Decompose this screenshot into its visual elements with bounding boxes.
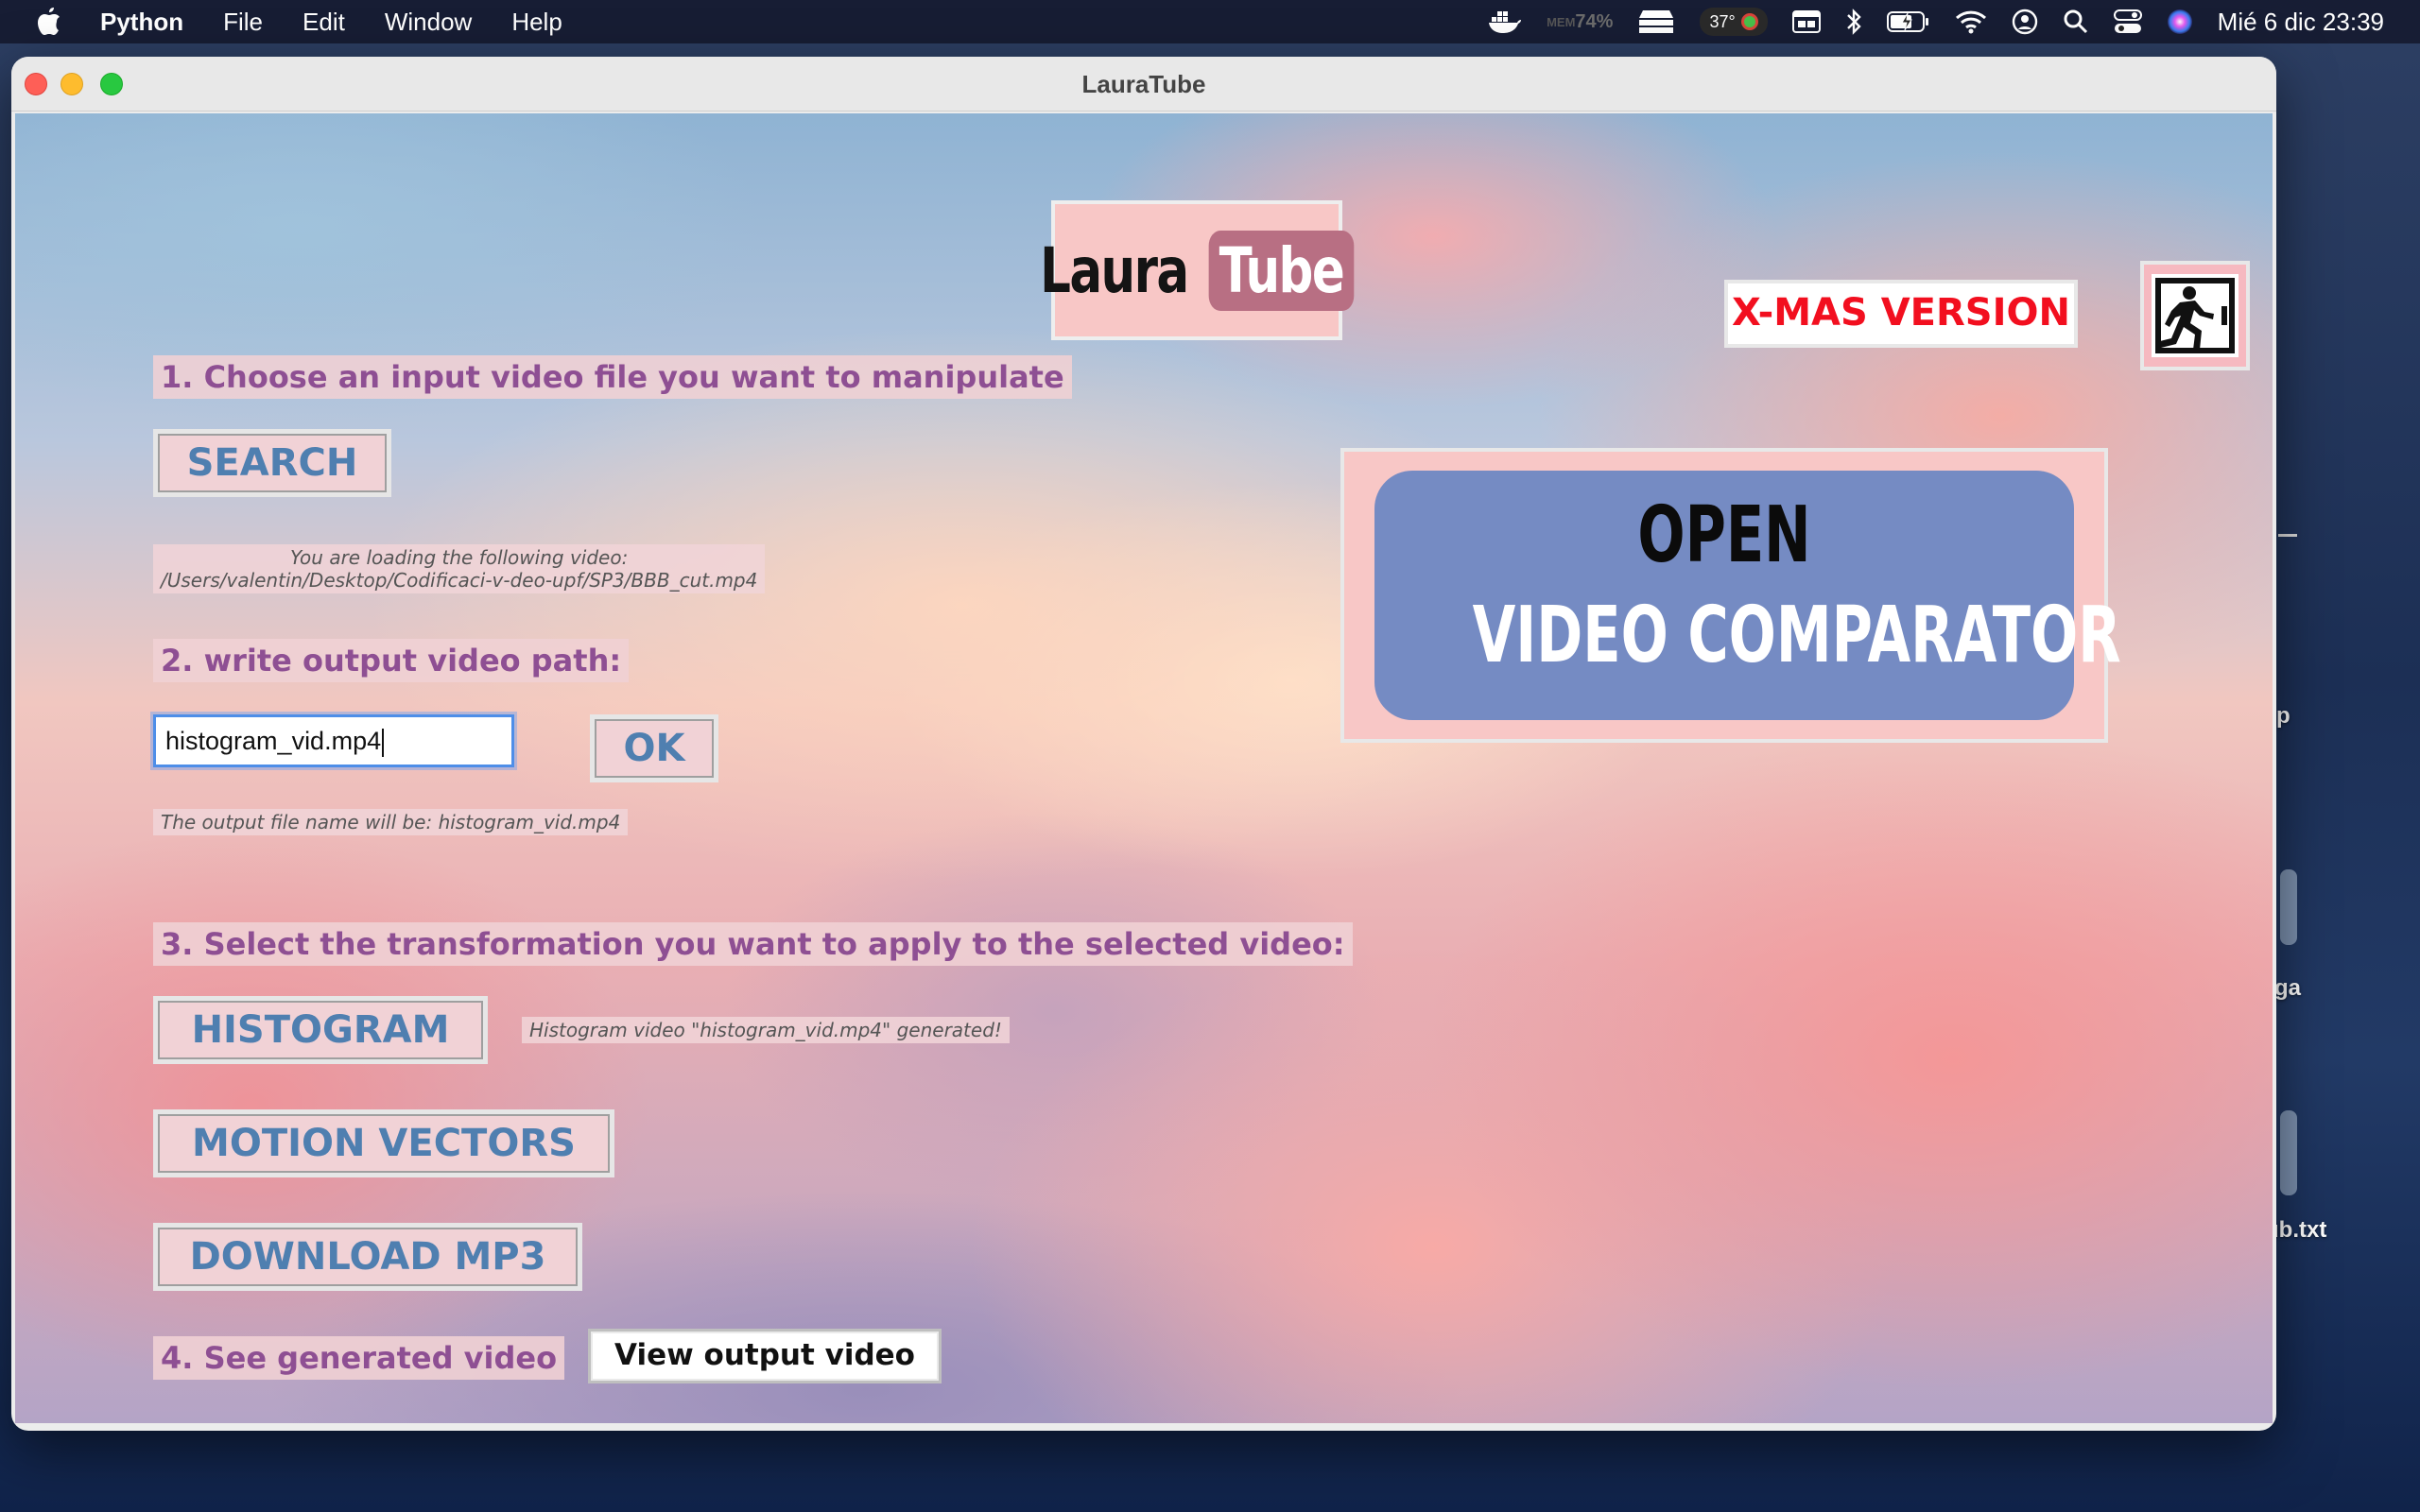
xmas-version-label: X-MAS VERSION — [1724, 280, 2078, 348]
histogram-status: Histogram video "histogram_vid.mp4" gene… — [522, 1017, 1010, 1043]
bluetooth-icon[interactable] — [1845, 8, 1862, 36]
status-area: MEM 74% 37° Mié 6 dic 23:39 — [1488, 0, 2384, 43]
loading-video-info: You are loading the following video: /Us… — [153, 544, 766, 593]
histogram-button[interactable]: HISTOGRAM — [153, 996, 488, 1064]
temperature-indicator[interactable]: 37° — [1700, 8, 1768, 36]
wifi-icon[interactable] — [1955, 8, 1987, 36]
control-center-icon[interactable] — [2113, 8, 2142, 36]
motion-vectors-button[interactable]: MOTION VECTORS — [153, 1109, 614, 1177]
lauratube-logo: Laura Tube — [1040, 200, 1355, 340]
menu-edit[interactable]: Edit — [302, 8, 345, 37]
step1-label: 1. Choose an input video file you want t… — [153, 355, 1072, 399]
window-title: LauraTube — [1081, 70, 1206, 98]
menu-app-name[interactable]: Python — [100, 8, 183, 37]
desktop-line — [2278, 534, 2297, 537]
exit-button[interactable] — [2140, 261, 2250, 370]
desktop-file-label[interactable]: p — [2276, 703, 2290, 730]
logo-text-laura: Laura — [1040, 233, 1189, 307]
desktop-file-label[interactable]: ga — [2274, 975, 2301, 1002]
menu-help[interactable]: Help — [511, 8, 562, 37]
apple-icon[interactable] — [36, 6, 62, 36]
output-filename-info: The output file name will be: histogram_… — [153, 809, 629, 835]
siri-icon[interactable] — [2167, 8, 2193, 36]
video-comparator-frame: OPEN VIDEO COMPARATOR — [1340, 448, 2121, 743]
desktop-tile — [2280, 1110, 2297, 1195]
output-path-input[interactable]: histogram_vid.mp4 — [153, 714, 514, 767]
menu-file[interactable]: File — [223, 8, 263, 37]
output-path-value: histogram_vid.mp4 — [165, 727, 382, 755]
loading-info-path: /Users/valentin/Desktop/Codificaci-v-deo… — [161, 569, 758, 592]
search-button[interactable]: SEARCH — [153, 429, 391, 497]
temperature-value: 37° — [1709, 11, 1736, 31]
step2-label: 2. write output video path: — [153, 639, 630, 682]
text-caret — [382, 728, 385, 757]
exit-running-man-icon — [2152, 274, 2238, 357]
desktop-tile — [2280, 869, 2297, 945]
app-content: Laura Tube X-MAS VERSION 1. Choose an in… — [15, 113, 2273, 1423]
stack-icon[interactable] — [1637, 8, 1675, 36]
menu-window[interactable]: Window — [385, 8, 472, 37]
comparator-line2: VIDEO COMPARATOR — [1472, 591, 2121, 680]
open-video-comparator-button[interactable]: OPEN VIDEO COMPARATOR — [1374, 471, 2121, 720]
menu-bar: Python File Edit Window Help MEM 74% 37° — [0, 0, 2420, 43]
status-dot-icon — [1740, 13, 1758, 30]
spotlight-search-icon[interactable] — [2063, 8, 2089, 36]
mem-label: MEM — [1547, 14, 1576, 29]
ok-button[interactable]: OK — [590, 714, 718, 782]
view-output-video-button[interactable]: View output video — [588, 1329, 942, 1383]
step3-label: 3. Select the transformation you want to… — [153, 922, 1353, 966]
user-account-icon[interactable] — [2012, 8, 2038, 36]
logo-text-tube: Tube — [1208, 230, 1355, 311]
loading-info-line1: You are loading the following video: — [290, 546, 629, 569]
memory-indicator[interactable]: MEM 74% — [1547, 8, 1613, 36]
menu-clock[interactable]: Mié 6 dic 23:39 — [2218, 8, 2384, 37]
download-mp3-button[interactable]: DOWNLOAD MP3 — [153, 1223, 582, 1291]
app-window: LauraTube Laura Tube X-MAS VERSION 1. Ch… — [11, 57, 2276, 1431]
battery-icon[interactable] — [1886, 8, 1930, 36]
window-manager-icon[interactable] — [1791, 8, 1821, 36]
title-bar[interactable]: LauraTube — [11, 57, 2276, 112]
step4-label: 4. See generated video — [153, 1336, 565, 1380]
mem-value: 74% — [1575, 11, 1614, 32]
comparator-line1: OPEN — [1637, 490, 1811, 580]
docker-icon[interactable] — [1488, 8, 1522, 36]
